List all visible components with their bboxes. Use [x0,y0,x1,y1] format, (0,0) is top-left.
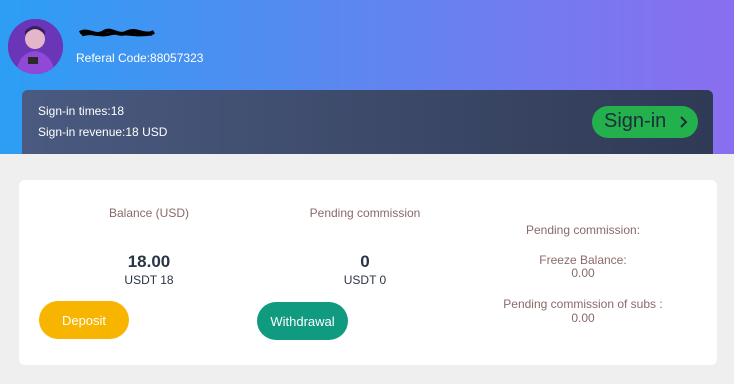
chevron-right-icon [680,116,688,128]
signin-button-label: Sign-in [604,110,667,132]
account-page: Referal Code:88057323 Sign-in times:18 S… [0,0,734,384]
pending-label: Pending commission [309,206,421,220]
freeze-balance-label: Freeze Balance: [539,253,627,267]
balance-label: Balance (USD) [108,206,190,220]
referral-code: Referal Code:88057323 [76,51,204,65]
signin-revenue: Sign-in revenue:18 USD [38,125,168,139]
signin-card: Sign-in times:18 Sign-in revenue:18 USD … [22,90,713,154]
pending-amount: 0 [360,252,370,271]
pending-details-title: Pending commission: [525,223,641,237]
subs-commission-label: Pending commission of subs : [503,297,663,311]
freeze-balance-value: 0.00 [571,266,595,280]
username-redacted [78,28,155,37]
deposit-button[interactable]: Deposit [39,301,129,339]
signin-button[interactable]: Sign-in [592,106,698,138]
subs-commission-value: 0.00 [571,311,595,325]
pending-usdt: USDT 0 [343,273,387,287]
profile-header: Referal Code:88057323 Sign-in times:18 S… [0,0,734,154]
signin-times: Sign-in times:18 [38,104,125,118]
balance-usdt: USDT 18 [124,273,174,287]
withdrawal-button[interactable]: Withdrawal [257,302,348,340]
balance-amount: 18.00 [127,252,171,271]
avatar[interactable] [8,19,63,74]
balance-card: Balance (USD) 18.00 USDT 18 Deposit Pend… [19,180,717,365]
